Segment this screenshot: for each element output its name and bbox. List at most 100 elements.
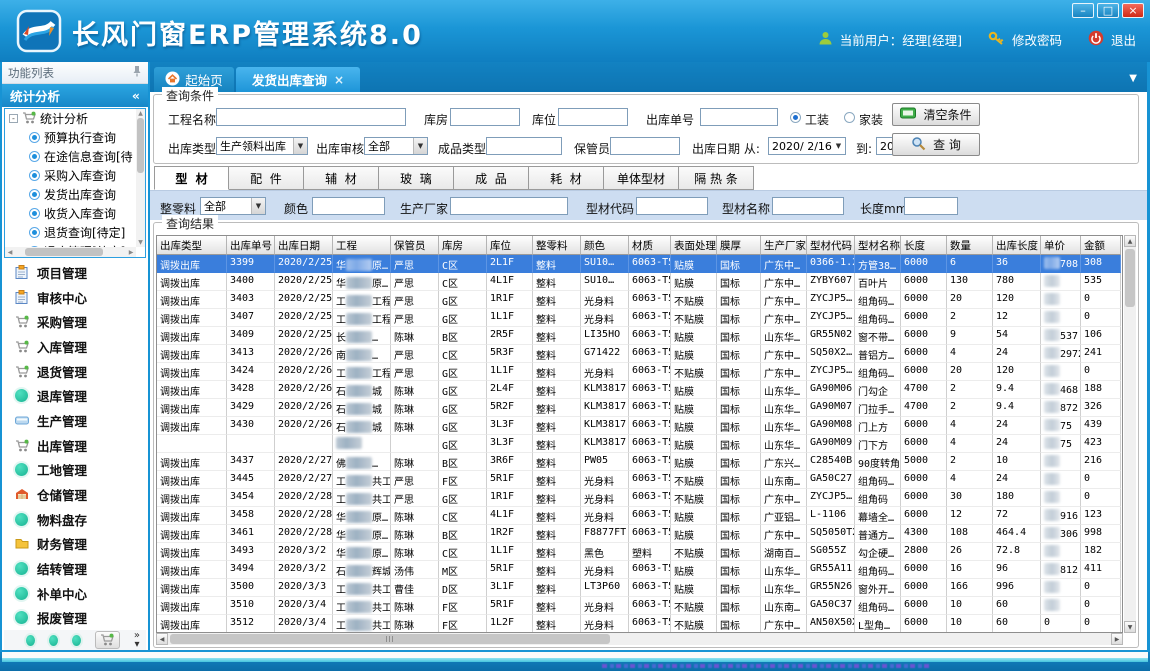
column-header[interactable]: 出库日期 xyxy=(275,236,333,255)
sidebar-module-财务管理[interactable]: 财务管理 xyxy=(4,531,146,556)
sidebar-module-仓储管理[interactable]: 仓储管理 xyxy=(4,482,146,507)
order-no-input[interactable] xyxy=(700,108,778,126)
column-header[interactable]: 颜色 xyxy=(581,236,629,255)
sidebar-section-header[interactable]: 统计分析 « xyxy=(2,84,148,107)
material-tab-6[interactable]: 耗 材 xyxy=(529,166,604,190)
table-row[interactable]: 调拨出库34302020/2/26石城陈琳G区3L3F整料KLM38176063… xyxy=(157,417,1122,435)
material-tab-3[interactable]: 辅 材 xyxy=(304,166,379,190)
close-button[interactable]: × xyxy=(1122,3,1144,18)
location-input[interactable] xyxy=(558,108,628,126)
scroll-right-icon[interactable]: ▶ xyxy=(126,249,136,256)
tree-vertical-scrollbar[interactable]: ▲ ▼ xyxy=(136,109,145,247)
table-row[interactable]: 调拨出库34092020/2/25长…陈琳B区2R5F整料LI35HO6063-… xyxy=(157,327,1122,345)
table-row[interactable]: 调拨出库34932020/3/2华原…陈琳C区1L1F整料黑色塑料不贴膜国标湖南… xyxy=(157,543,1122,561)
sidebar-module-物料盘存[interactable]: 物料盘存 xyxy=(4,507,146,532)
audit-combo[interactable]: 全部▼ xyxy=(364,137,428,155)
tree-scroll-thumb[interactable] xyxy=(137,118,144,173)
column-header[interactable]: 保管员 xyxy=(391,236,439,255)
scroll-up-icon[interactable]: ▲ xyxy=(1124,235,1136,247)
change-password-link[interactable]: 修改密码 xyxy=(1012,30,1062,49)
minimize-button[interactable]: – xyxy=(1072,3,1094,18)
sidebar-module-采购管理[interactable]: 采购管理 xyxy=(4,309,146,334)
nav-dot-icon[interactable] xyxy=(72,635,81,646)
column-header[interactable]: 整零料 xyxy=(533,236,581,255)
overflow-chevron[interactable]: »▾ xyxy=(134,631,140,649)
length-input[interactable] xyxy=(904,197,958,215)
table-row[interactable]: 调拨出库34542020/2/28工共工程严思G区1R1F整料光身料6063-T… xyxy=(157,489,1122,507)
table-row[interactable]: 调拨出库34612020/2/28华原…陈琳B区1R2F整料F8877FT606… xyxy=(157,525,1122,543)
warehouse-input[interactable] xyxy=(450,108,520,126)
profile-code-input[interactable] xyxy=(636,197,708,215)
tree-item[interactable]: 在途信息查询[待 xyxy=(5,147,145,166)
scroll-left-icon[interactable]: ◀ xyxy=(156,633,168,645)
manufacturer-input[interactable] xyxy=(450,197,568,215)
scroll-left-icon[interactable]: ◀ xyxy=(5,249,15,256)
clear-conditions-button[interactable]: 清空条件 xyxy=(892,103,980,126)
sidebar-module-退货管理[interactable]: 退货管理 xyxy=(4,359,146,384)
table-row[interactable]: 调拨出库34002020/2/25华原…严思C区4L1F整料SU10…6063-… xyxy=(157,273,1122,291)
tree-hscroll-thumb[interactable] xyxy=(25,248,103,256)
table-row[interactable]: 调拨出库33992020/2/25华原…严思C区2L1F整料SU10…6063-… xyxy=(157,255,1122,273)
combo-arrow-icon[interactable]: ▼ xyxy=(413,138,427,154)
tree-horizontal-scrollbar[interactable]: ◀ ▶ xyxy=(5,247,136,257)
table-row[interactable]: 调拨出库35002020/3/3工共工程曹佳D区3L1F整料LT3P606063… xyxy=(157,579,1122,597)
table-horizontal-scrollbar[interactable]: ◀ ▶ xyxy=(156,633,1123,645)
column-header[interactable]: 生产厂家 xyxy=(761,236,807,255)
table-row[interactable]: 调拨出库34452020/2/27工共工程严思F区5R1F整料光身料6063-T… xyxy=(157,471,1122,489)
sidebar-module-生产管理[interactable]: 生产管理 xyxy=(4,408,146,433)
table-row[interactable]: 调拨出库34132020/2/26南…严思C区5R3F整料G714226063-… xyxy=(157,345,1122,363)
column-header[interactable]: 金额 xyxy=(1081,236,1121,255)
sidebar-module-结转管理[interactable]: 结转管理 xyxy=(4,556,146,581)
column-header[interactable]: 膜厚 xyxy=(717,236,761,255)
table-row[interactable]: 调拨出库35122020/3/4工共工程陈琳F区1L2F整料光身料6063-T5… xyxy=(157,615,1122,633)
nav-dot-icon[interactable] xyxy=(49,635,58,646)
column-header[interactable]: 工程 xyxy=(333,236,391,255)
nav-dot-icon[interactable] xyxy=(26,635,35,646)
table-row[interactable]: 调拨出库34282020/2/26石城陈琳G区2L4F整料KLM38176063… xyxy=(157,381,1122,399)
nav-cart-button[interactable] xyxy=(95,631,120,649)
column-header[interactable]: 数量 xyxy=(947,236,993,255)
collapse-box-icon[interactable]: - xyxy=(9,114,18,123)
material-tab-8[interactable]: 隔 热 条 xyxy=(679,166,754,190)
sidebar-module-审核中心[interactable]: 审核中心 xyxy=(4,285,146,310)
material-tab-1[interactable]: 型 材 xyxy=(154,166,229,190)
table-row[interactable]: 调拨出库34942020/3/2石辉城汤伟M区5R1F整料光身料6063-T5贴… xyxy=(157,561,1122,579)
material-tab-7[interactable]: 单体型材 xyxy=(604,166,679,190)
scroll-down-icon[interactable]: ▼ xyxy=(136,238,145,247)
column-header[interactable]: 库位 xyxy=(487,236,533,255)
hscroll-thumb[interactable] xyxy=(170,634,610,644)
column-header[interactable]: 库房 xyxy=(439,236,487,255)
out-type-combo[interactable]: 生产领料出库▼ xyxy=(216,137,308,155)
tree-item[interactable]: 采购入库查询 xyxy=(5,166,145,185)
column-header[interactable]: 型材代码 xyxy=(807,236,855,255)
column-header[interactable]: 单价 xyxy=(1041,236,1081,255)
whole-piece-combo[interactable]: 全部▼ xyxy=(200,197,266,215)
sidebar-module-项目管理[interactable]: 项目管理 xyxy=(4,260,146,285)
table-row[interactable]: 调拨出库34072020/2/25工工程严思G区1L1F整料光身料6063-T5… xyxy=(157,309,1122,327)
logout-link[interactable]: 退出 xyxy=(1111,30,1136,49)
table-vertical-scrollbar[interactable]: ▲ ▼ xyxy=(1124,235,1136,633)
sidebar-module-入库管理[interactable]: 入库管理 xyxy=(4,334,146,359)
material-tab-2[interactable]: 配 件 xyxy=(229,166,304,190)
column-header[interactable]: 长度 xyxy=(901,236,947,255)
column-header[interactable]: 出库单号 xyxy=(227,236,275,255)
tree-root-statistics[interactable]: -统计分析 xyxy=(5,109,145,128)
tree-item[interactable]: 发货出库查询 xyxy=(5,185,145,204)
radio-gongzhuang[interactable] xyxy=(790,112,801,123)
table-row[interactable]: 调拨出库34582020/2/28华原…陈琳C区4L1F整料光身料6063-T5… xyxy=(157,507,1122,525)
tab-close-icon[interactable]: × xyxy=(334,73,344,87)
scroll-down-icon[interactable]: ▼ xyxy=(1124,621,1136,633)
table-row[interactable]: 调拨出库34242020/2/26工工程严思G区1L1F整料光身料6063-T5… xyxy=(157,363,1122,381)
table-row[interactable]: G区3L3F整料KLM38176063-T5贴膜国标山东华…GA90M09.门下… xyxy=(157,435,1122,453)
tab-shipping-outbound-query[interactable]: 发货出库查询 × xyxy=(236,67,360,92)
tree-item[interactable]: 预算执行查询 xyxy=(5,128,145,147)
pin-icon[interactable] xyxy=(132,65,142,80)
combo-arrow-icon[interactable]: ▼ xyxy=(251,198,265,214)
column-header[interactable]: 型材名称 xyxy=(855,236,901,255)
column-header[interactable]: 出库类型 xyxy=(157,236,227,255)
column-header[interactable]: 表面处理 xyxy=(671,236,717,255)
sidebar-module-工地管理[interactable]: 工地管理 xyxy=(4,457,146,482)
color-input[interactable] xyxy=(312,197,385,215)
tree-item[interactable]: 收货入库查询 xyxy=(5,204,145,223)
project-name-input[interactable] xyxy=(216,108,406,126)
